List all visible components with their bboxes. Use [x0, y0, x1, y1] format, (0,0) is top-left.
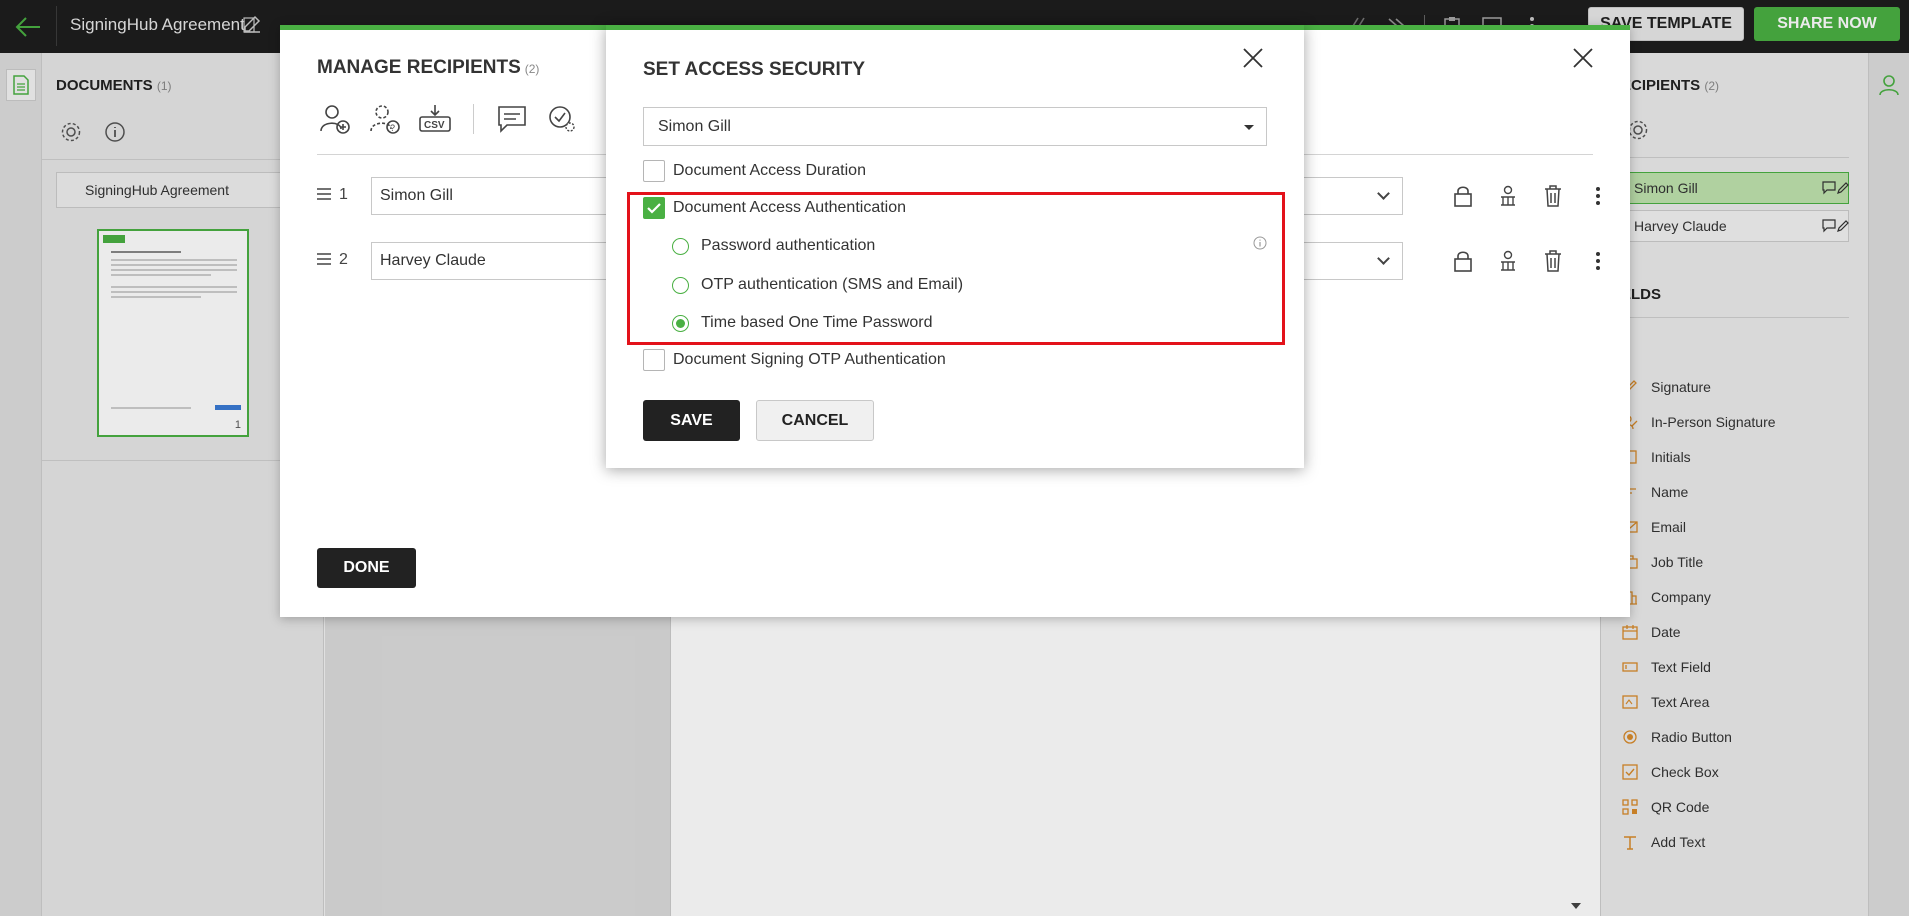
- signing-otp-label: Document Signing OTP Authentication: [673, 351, 946, 368]
- recipient-name-value: Simon Gill: [380, 187, 453, 204]
- chevron-down-icon: [1377, 187, 1390, 200]
- close-icon[interactable]: [1242, 47, 1268, 73]
- dropdown-caret-icon: [1244, 125, 1254, 130]
- save-button[interactable]: SAVE: [643, 400, 740, 441]
- done-button[interactable]: DONE: [317, 548, 416, 588]
- manage-recipients-count: (2): [524, 62, 540, 76]
- lock-icon[interactable]: [1450, 183, 1476, 209]
- manage-recipients-title: MANAGE RECIPIENTS (2): [317, 57, 539, 79]
- more-options-icon[interactable]: [1585, 183, 1611, 209]
- access-duration-label: Document Access Duration: [673, 162, 866, 179]
- delete-icon[interactable]: [1540, 248, 1566, 274]
- auth-option-totp: Time based One Time Password: [672, 312, 933, 334]
- access-duration-option: Document Access Duration: [643, 159, 866, 183]
- auth-option-otp: OTP authentication (SMS and Email): [672, 274, 963, 296]
- totp-auth-radio[interactable]: [672, 314, 689, 332]
- password-auth-label: Password authentication: [701, 237, 876, 254]
- radio-selected-dot: [676, 318, 685, 328]
- recipient-order-number: 1: [339, 186, 348, 203]
- manage-recipients-toolbar: ? CSV: [317, 101, 580, 137]
- access-security-dialog: SET ACCESS SECURITY Simon Gill Document …: [606, 25, 1304, 468]
- otp-auth-label: OTP authentication (SMS and Email): [701, 276, 964, 293]
- auth-option-password: Password authentication: [672, 235, 875, 257]
- import-csv-icon[interactable]: CSV: [417, 101, 453, 137]
- cancel-button[interactable]: CANCEL: [756, 400, 874, 441]
- access-authentication-option: Document Access Authentication: [643, 196, 906, 220]
- delete-icon[interactable]: [1540, 183, 1566, 209]
- workflow-settings-icon[interactable]: [544, 101, 580, 137]
- svg-text:?: ?: [390, 123, 395, 133]
- add-placeholder-icon[interactable]: ?: [367, 101, 403, 137]
- otp-auth-radio[interactable]: [672, 276, 689, 294]
- dialog-accent-bar: [606, 25, 1304, 30]
- password-auth-radio[interactable]: [672, 237, 689, 255]
- toolbar-divider: [473, 104, 474, 134]
- signing-otp-checkbox[interactable]: [643, 349, 665, 371]
- access-security-title: SET ACCESS SECURITY: [643, 59, 866, 80]
- recipient-order-number: 2: [339, 251, 348, 268]
- access-authentication-label: Document Access Authentication: [673, 199, 907, 216]
- recipient-select[interactable]: Simon Gill: [643, 107, 1267, 146]
- manage-recipients-title-text: MANAGE RECIPIENTS: [317, 57, 521, 78]
- signing-otp-option: Document Signing OTP Authentication: [643, 348, 946, 372]
- role-icon[interactable]: [1495, 248, 1521, 274]
- more-options-icon[interactable]: [1585, 248, 1611, 274]
- access-authentication-checkbox[interactable]: [643, 197, 665, 219]
- access-duration-checkbox[interactable]: [643, 160, 665, 182]
- recipient-name-value: Harvey Claude: [380, 252, 486, 269]
- recipient-select-value: Simon Gill: [658, 117, 731, 135]
- close-icon[interactable]: [1572, 47, 1598, 73]
- totp-auth-label: Time based One Time Password: [701, 314, 933, 331]
- lock-icon[interactable]: [1450, 248, 1476, 274]
- add-recipient-icon[interactable]: [317, 101, 353, 137]
- drag-handle-icon[interactable]: [317, 252, 333, 268]
- chevron-down-icon: [1377, 252, 1390, 265]
- svg-text:CSV: CSV: [424, 120, 445, 131]
- role-icon[interactable]: [1495, 183, 1521, 209]
- message-icon[interactable]: [494, 101, 530, 137]
- info-icon[interactable]: [1253, 236, 1267, 250]
- drag-handle-icon[interactable]: [317, 187, 333, 203]
